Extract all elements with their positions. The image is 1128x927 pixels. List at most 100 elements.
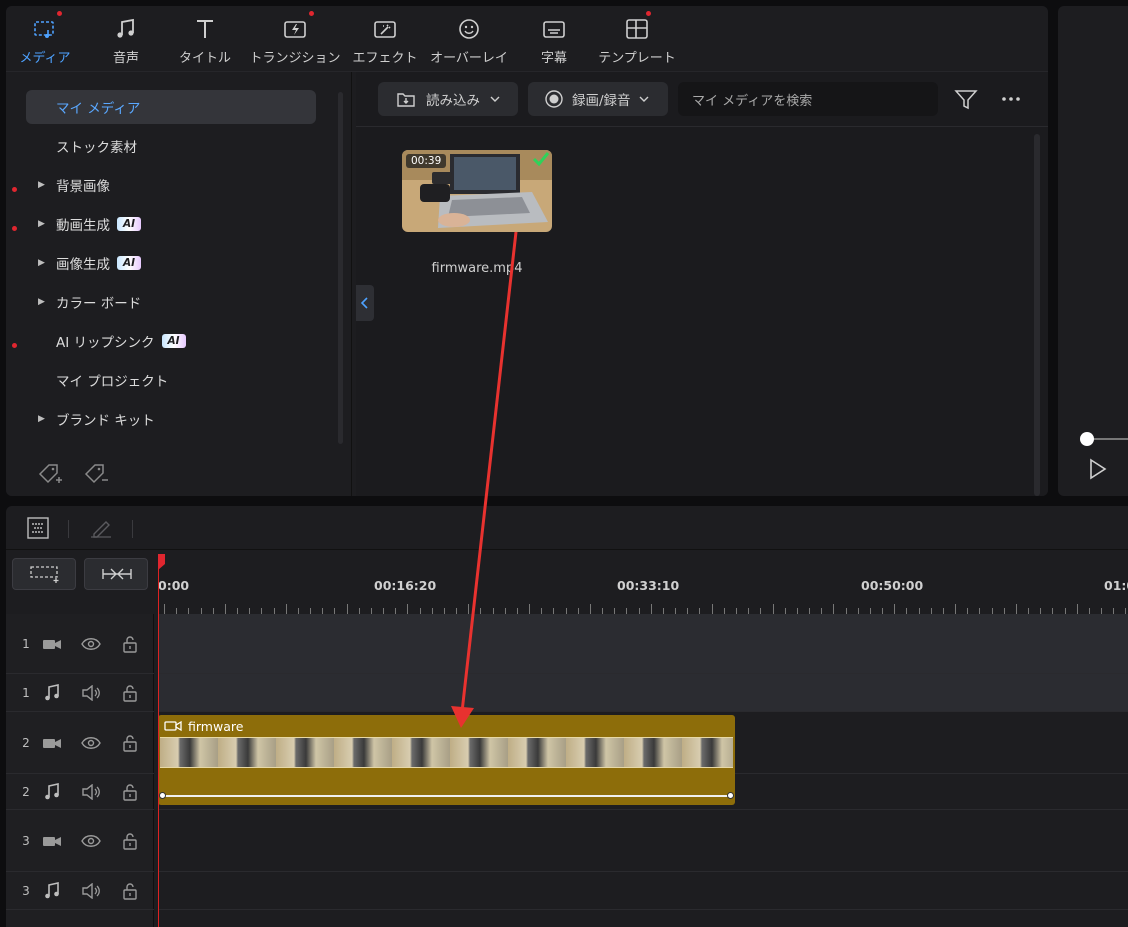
keyframe-handle-end[interactable] — [727, 792, 734, 799]
ruler-tick — [1015, 604, 1017, 614]
sidebar-item-video-gen[interactable]: ▶ 動画生成 AI — [26, 207, 316, 241]
record-icon — [544, 89, 564, 109]
sidebar-item-image-gen[interactable]: ▶ 画像生成 AI — [26, 246, 316, 280]
speaker-icon[interactable] — [81, 881, 101, 901]
filter-icon[interactable] — [954, 88, 978, 112]
track-headers: 1 1 2 2 3 3 — [6, 614, 154, 927]
ai-badge: AI — [117, 217, 142, 231]
lock-icon[interactable] — [120, 881, 140, 901]
media-icon — [32, 16, 58, 42]
ruler-tick — [529, 604, 531, 614]
tab-label: タイトル — [178, 51, 231, 66]
ruler-tick — [224, 604, 226, 614]
expand-arrow-icon: ▶ — [38, 258, 45, 268]
add-tag-icon[interactable] — [36, 462, 64, 488]
time-ruler[interactable]: 0:00 00:16:20 00:33:10 00:50:00 01:0 — [158, 550, 1128, 614]
media-thumbnail[interactable]: 00:39 — [402, 150, 552, 232]
lock-icon[interactable] — [120, 831, 140, 851]
tab-media[interactable]: メディア — [18, 6, 72, 72]
media-sidebar: マイ メディア ストック素材 ▶ 背景画像 ▶ 動画生成 AI ▶ 画像生成 A… — [6, 72, 352, 496]
track-video-3[interactable] — [158, 810, 1128, 872]
tab-title[interactable]: タイトル — [176, 6, 234, 72]
preview-panel — [1058, 6, 1128, 496]
timeline-toolbar — [6, 506, 1128, 550]
track-audio-3[interactable] — [158, 872, 1128, 910]
new-badge — [57, 11, 62, 16]
ruler-tick — [833, 604, 835, 614]
sidebar-item-my-project[interactable]: マイ プロジェクト — [26, 363, 316, 397]
timeline-clip[interactable]: firmware — [158, 715, 735, 805]
tab-template[interactable]: テンプレート — [598, 6, 676, 72]
track-number: 3 — [22, 883, 30, 898]
sidebar-scrollbar[interactable] — [338, 92, 343, 444]
ruler-tick — [772, 604, 774, 614]
collapse-sidebar-button[interactable] — [356, 285, 374, 321]
layout-select-icon[interactable] — [26, 516, 50, 540]
ruler-tick — [468, 604, 470, 614]
ruler-tick — [285, 604, 287, 614]
lock-icon[interactable] — [120, 733, 140, 753]
expand-arrow-icon: ▶ — [38, 414, 45, 424]
sidebar-item-color-board[interactable]: ▶ カラー ボード — [26, 285, 316, 319]
new-dot — [12, 343, 17, 348]
play-icon[interactable] — [1088, 458, 1108, 480]
ruler-tick — [164, 604, 165, 614]
in-use-check-icon — [532, 151, 550, 167]
add-track-icon — [30, 565, 62, 583]
divider — [68, 520, 69, 538]
sidebar-item-stock[interactable]: ストック素材 — [26, 129, 316, 163]
transition-icon — [282, 16, 308, 42]
search-input[interactable]: マイ メディアを検索 — [678, 82, 938, 116]
expand-arrow-icon: ▶ — [38, 180, 45, 190]
more-options-icon[interactable] — [1000, 94, 1022, 104]
tab-label: トランジション — [249, 51, 341, 66]
tab-effect[interactable]: エフェクト — [353, 6, 418, 72]
media-filename: firmware.mp4 — [431, 261, 523, 276]
record-button[interactable]: 録画/録音 — [528, 82, 668, 116]
track-number: 1 — [22, 636, 30, 651]
visibility-eye-icon[interactable] — [81, 634, 101, 654]
ruler-tick — [711, 604, 713, 614]
pen-edit-icon[interactable] — [88, 518, 114, 538]
video-camera-icon — [42, 733, 62, 753]
lock-icon[interactable] — [120, 634, 140, 654]
remove-tag-icon[interactable] — [82, 462, 110, 488]
playhead-marker-icon[interactable] — [157, 554, 167, 570]
visibility-eye-icon[interactable] — [81, 831, 101, 851]
tab-transition[interactable]: トランジション — [250, 6, 341, 72]
speaker-icon[interactable] — [81, 782, 101, 802]
sidebar-item-brand-kit[interactable]: ▶ ブランド キット — [26, 402, 316, 436]
track-video-1[interactable] — [158, 614, 1128, 674]
sidebar-item-my-media[interactable]: マイ メディア — [26, 90, 316, 124]
ruler-tick — [650, 604, 652, 614]
tab-subtitle[interactable]: 字幕 — [532, 6, 576, 72]
lock-icon[interactable] — [120, 683, 140, 703]
ruler-label: 00:33:10 — [617, 578, 680, 593]
tab-overlay[interactable]: オーバーレイ — [430, 6, 508, 72]
keyframe-handle-start[interactable] — [159, 792, 166, 799]
visibility-eye-icon[interactable] — [81, 733, 101, 753]
library-panel: メディア 音声 タイトル トランジション エフェクト オーバーレイ 字幕 テンプ… — [6, 6, 1048, 496]
import-button[interactable]: 読み込み — [378, 82, 518, 116]
speaker-icon[interactable] — [81, 683, 101, 703]
add-track-button[interactable] — [12, 558, 76, 590]
sidebar-item-background[interactable]: ▶ 背景画像 — [26, 168, 316, 202]
tab-audio[interactable]: 音声 — [104, 6, 148, 72]
chevron-left-icon — [360, 297, 370, 309]
media-scrollbar[interactable] — [1034, 134, 1040, 496]
lock-icon[interactable] — [120, 782, 140, 802]
track-audio-1[interactable] — [158, 674, 1128, 712]
track-header-video-2: 2 — [6, 712, 154, 774]
ruler-label: 0:00 — [158, 578, 190, 593]
track-number: 1 — [22, 685, 30, 700]
playhead-line[interactable] — [158, 556, 159, 927]
timeline-panel: 0:00 00:16:20 00:33:10 00:50:00 01:0 1 1 2… — [6, 506, 1128, 927]
audio-volume-line[interactable] — [162, 795, 732, 797]
ruler-label: 00:16:20 — [374, 578, 437, 593]
clip-name: firmware — [188, 718, 244, 734]
preview-scrubber-handle[interactable] — [1080, 432, 1094, 446]
title-T-icon — [192, 16, 218, 42]
chevron-down-icon — [490, 95, 500, 103]
sidebar-item-lipsync[interactable]: AI リップシンク AI — [26, 324, 316, 358]
snap-button[interactable] — [84, 558, 148, 590]
